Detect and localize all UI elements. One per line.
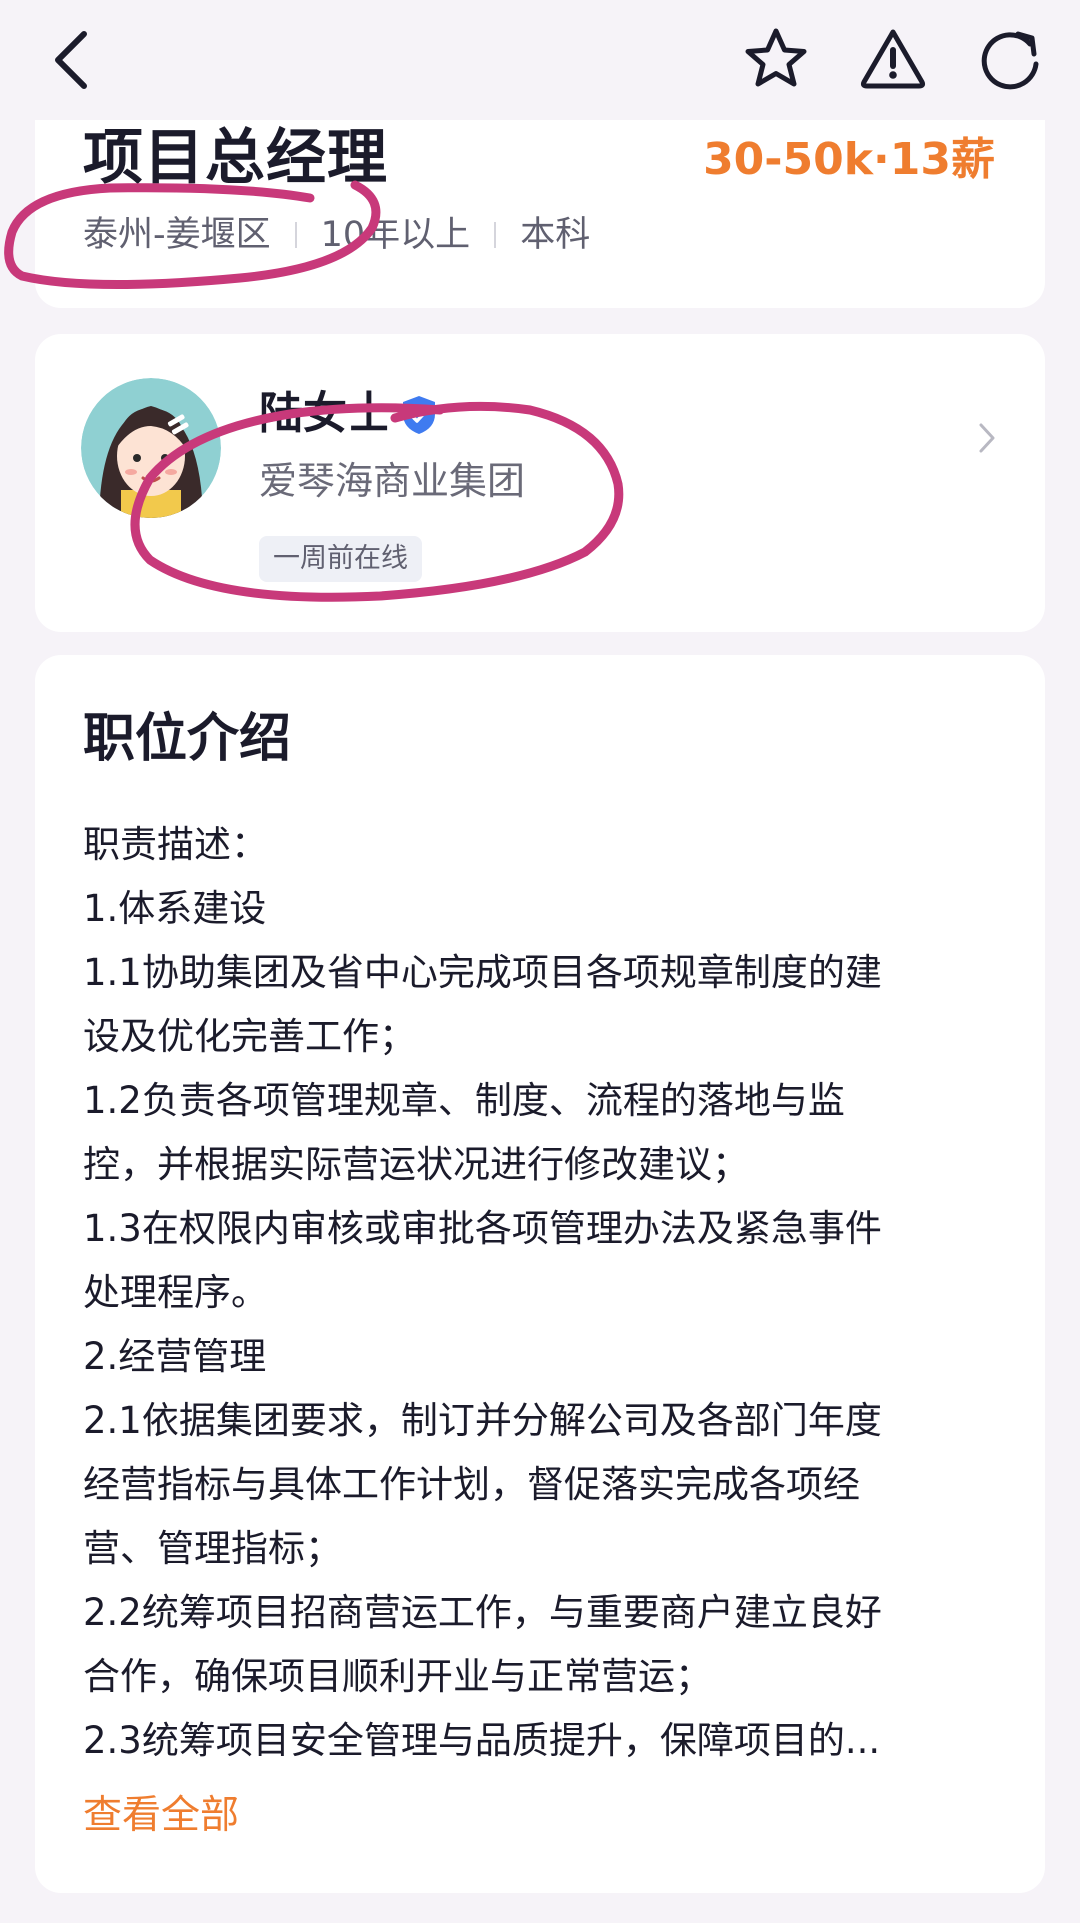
top-bar xyxy=(0,0,1080,120)
description-line: 经营指标与具体工作计划，督促落实完成各项经 xyxy=(83,1463,860,1506)
description-line: 1.2负责各项管理规章、制度、流程的落地与监 xyxy=(83,1079,845,1122)
tag-divider xyxy=(294,222,297,248)
avatar[interactable] xyxy=(81,378,221,518)
view-all-link[interactable]: 查看全部 xyxy=(83,1791,239,1841)
verified-badge-icon xyxy=(403,396,435,434)
star-icon[interactable] xyxy=(742,26,810,92)
description-line: 2.1依据集团要求，制订并分解公司及各部门年度 xyxy=(83,1399,882,1442)
online-status-badge: 一周前在线 xyxy=(259,536,422,582)
description-line: 职责描述： xyxy=(83,823,268,866)
job-tags: 泰州-姜堰区 10年以上 本科 xyxy=(83,212,590,258)
section-title: 职位介绍 xyxy=(83,709,292,769)
description-line: 2.经营管理 xyxy=(83,1335,267,1378)
experience-tag: 10年以上 xyxy=(320,215,471,255)
description-line: 设及优化完善工作； xyxy=(83,1015,416,1058)
description-line: 1.体系建设 xyxy=(83,887,267,930)
description-line: 合作，确保项目顺利开业与正常营运； xyxy=(83,1655,712,1698)
description-line: 处理程序。 xyxy=(83,1271,268,1314)
warning-icon[interactable] xyxy=(858,26,928,90)
description-line: 1.1协助集团及省中心完成项目各项规章制度的建 xyxy=(83,951,882,994)
education-tag: 本科 xyxy=(520,215,591,255)
description-text: 职责描述： 1.体系建设 1.1协助集团及省中心完成项目各项规章制度的建 设及优… xyxy=(83,813,1003,1773)
job-title: 项目总经理 xyxy=(83,123,388,193)
recruiter-name: 陆女士 xyxy=(259,388,391,439)
company-name: 爱琴海商业集团 xyxy=(259,459,526,503)
description-line: 营、管理指标； xyxy=(83,1527,342,1570)
salary: 30-50k·13薪 xyxy=(703,134,995,185)
tag-divider xyxy=(494,222,497,248)
job-header-card: 项目总经理 30-50k·13薪 泰州-姜堰区 10年以上 本科 xyxy=(35,90,1045,308)
description-line: 1.3在权限内审核或审批各项管理办法及紧急事件 xyxy=(83,1207,882,1250)
chevron-right-icon[interactable] xyxy=(977,422,997,454)
avatar-illustration xyxy=(81,378,221,518)
back-icon[interactable] xyxy=(50,28,90,92)
recruiter-card[interactable]: 陆女士 爱琴海商业集团 一周前在线 xyxy=(35,334,1045,632)
location-tag: 泰州-姜堰区 xyxy=(83,215,271,255)
description-line: 2.2统筹项目招商营运工作，与重要商户建立良好 xyxy=(83,1591,882,1634)
job-description-card: 职位介绍 职责描述： 1.体系建设 1.1协助集团及省中心完成项目各项规章制度的… xyxy=(35,655,1045,1893)
description-line: 2.3统筹项目安全管理与品质提升，保障项目的... xyxy=(83,1719,881,1762)
description-line: 控，并根据实际营运状况进行修改建议； xyxy=(83,1143,749,1186)
refresh-icon[interactable] xyxy=(978,26,1044,92)
